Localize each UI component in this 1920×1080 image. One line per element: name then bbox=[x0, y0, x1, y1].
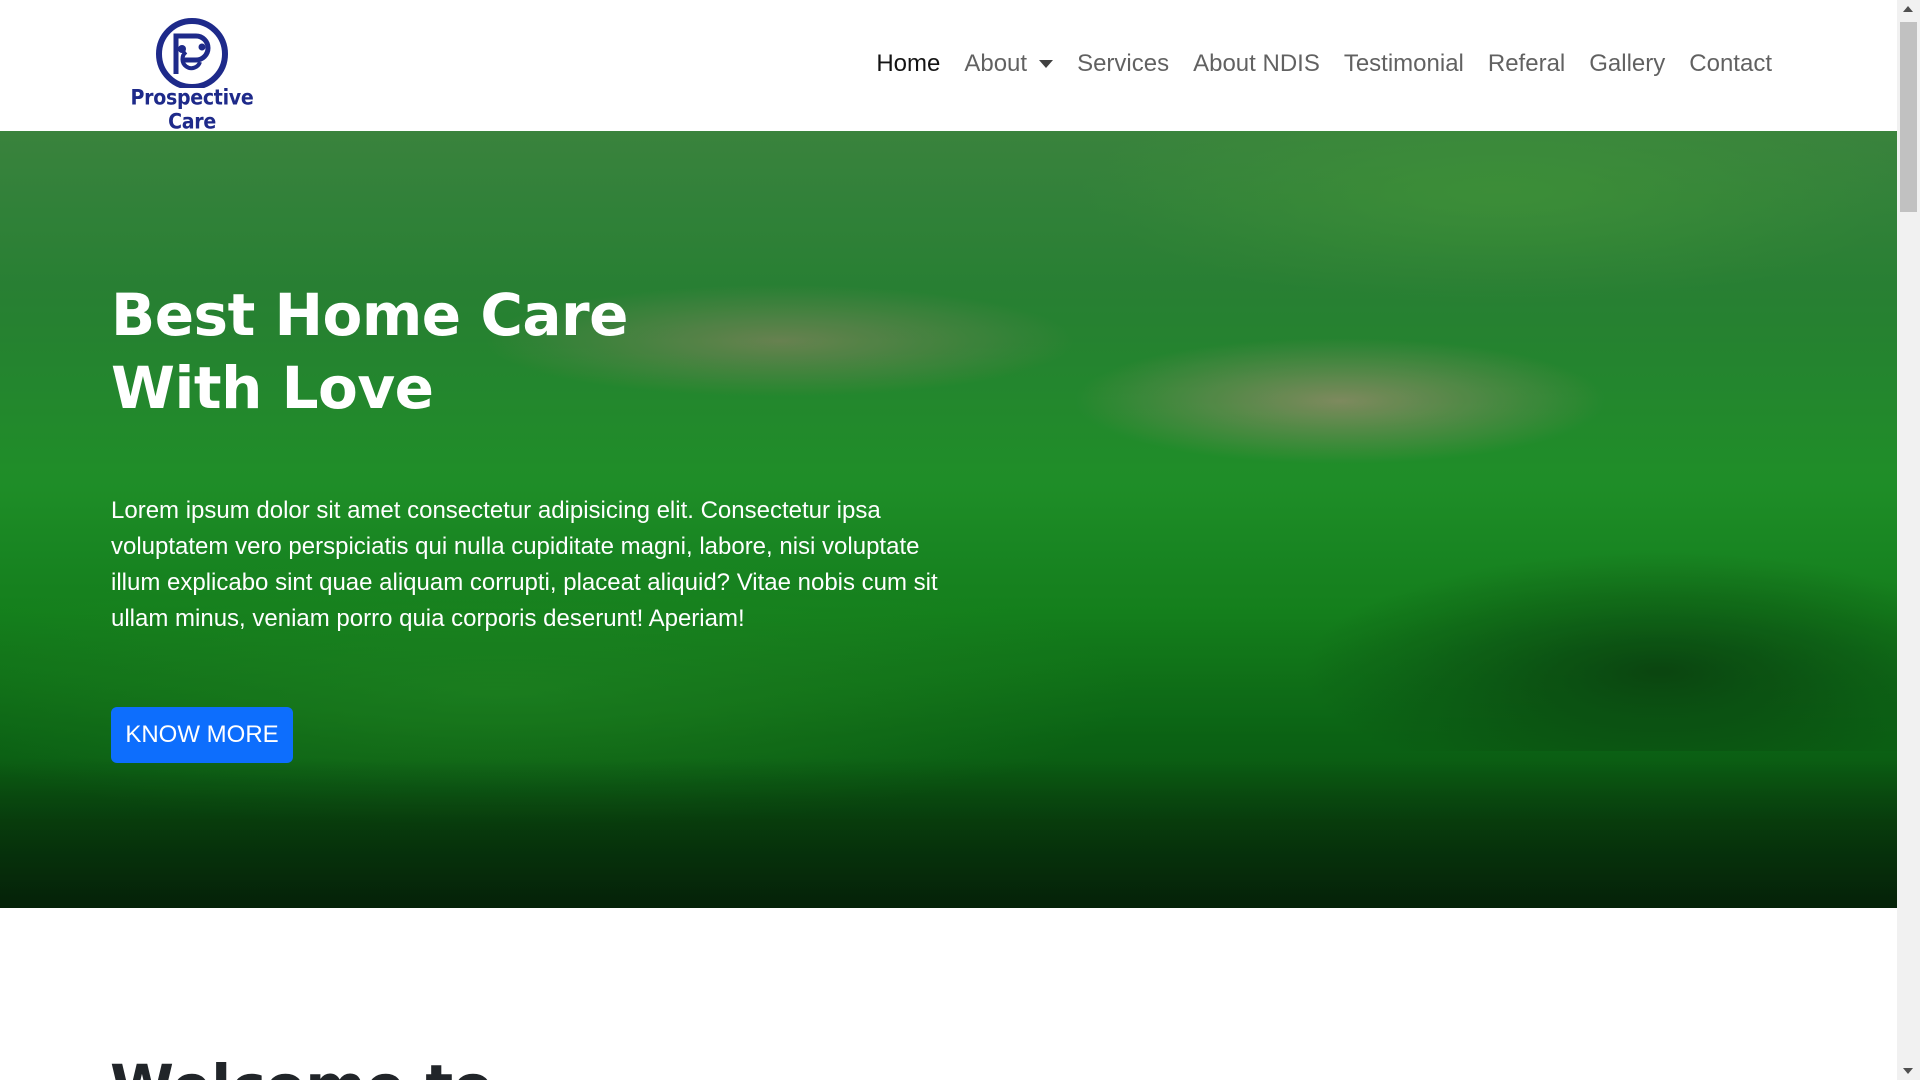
nav-item-about[interactable]: About bbox=[964, 50, 1054, 78]
navbar: Prospective Care Home About Services Abo… bbox=[0, 0, 1897, 134]
welcome-heading: Welcome to bbox=[110, 1052, 493, 1080]
nav-item-label: Home bbox=[876, 50, 941, 77]
know-more-button[interactable]: KNOW MORE bbox=[111, 707, 293, 763]
nav-item-services[interactable]: Services bbox=[1077, 50, 1169, 78]
scroll-up-arrow-icon[interactable] bbox=[1903, 6, 1913, 12]
scroll-down-arrow-icon[interactable] bbox=[1903, 1068, 1913, 1074]
nav-item-home[interactable]: Home bbox=[876, 50, 940, 78]
brand-name: Prospective Care bbox=[130, 85, 254, 135]
nav-item-label: About NDIS bbox=[1193, 50, 1320, 77]
nav-menu: Home About Services About NDIS Testimoni… bbox=[852, 50, 1772, 78]
brand-logo-link[interactable]: Prospective Care bbox=[116, 16, 268, 134]
vertical-scrollbar[interactable] bbox=[1897, 0, 1920, 1080]
nav-item-gallery[interactable]: Gallery bbox=[1589, 50, 1665, 78]
hero-section: Best Home Care With Love Lorem ipsum dol… bbox=[0, 131, 1897, 908]
nav-item-referal[interactable]: Referal bbox=[1488, 50, 1565, 78]
nav-item-label: Referal bbox=[1487, 50, 1566, 77]
caret-down-icon bbox=[1039, 60, 1054, 68]
nav-item-label: Testimonial bbox=[1343, 50, 1464, 77]
nav-item-label: Contact bbox=[1689, 50, 1772, 77]
hero-title-line: Best Home Care bbox=[111, 281, 628, 349]
scrollbar-thumb[interactable] bbox=[1900, 22, 1917, 212]
hero-description: Lorem ipsum dolor sit amet consectetur a… bbox=[111, 497, 938, 632]
hero-title-line: With Love bbox=[111, 354, 434, 422]
hero-title: Best Home Care With Love bbox=[111, 279, 811, 425]
nav-item-testimonial[interactable]: Testimonial bbox=[1344, 50, 1464, 78]
page: Prospective Care Home About Services Abo… bbox=[0, 0, 1897, 1080]
nav-item-label: About bbox=[964, 50, 1028, 77]
nav-item-about-ndis[interactable]: About NDIS bbox=[1193, 50, 1320, 78]
nav-item-label: Services bbox=[1077, 50, 1170, 77]
prospective-care-logo-icon bbox=[156, 18, 228, 88]
nav-item-contact[interactable]: Contact bbox=[1689, 50, 1772, 78]
nav-item-label: Gallery bbox=[1589, 50, 1666, 77]
